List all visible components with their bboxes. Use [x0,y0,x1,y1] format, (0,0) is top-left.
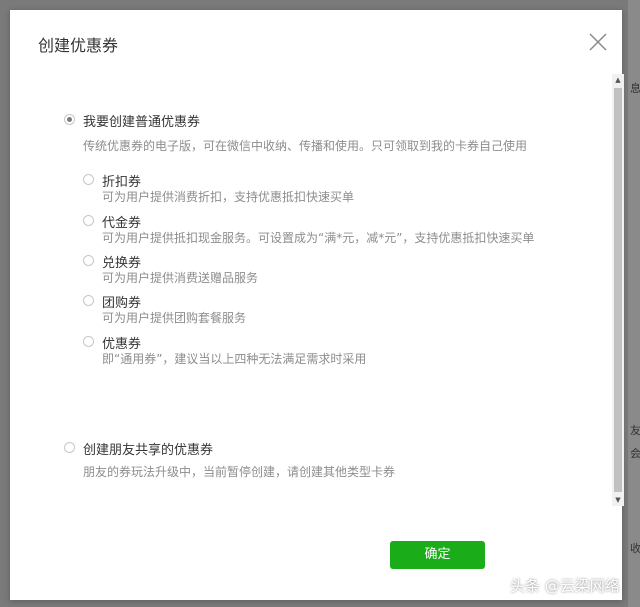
close-icon [589,33,607,51]
scroll-thumb[interactable] [614,88,622,492]
sub-option-desc: 可为用户提供团购套餐服务 [102,311,247,325]
option-friend-label[interactable]: 创建朋友共享的优惠券 [83,439,213,458]
create-coupon-dialog: 创建优惠券 我要创建普通优惠券 传统优惠券的电子版，可在微信中收纳、传播和使用。… [10,10,622,600]
background-text: 友 [630,424,640,437]
confirm-button[interactable]: 确定 [390,541,485,569]
dialog-title: 创建优惠券 [38,36,119,55]
option-normal-desc: 传统优惠券的电子版，可在微信中收纳、传播和使用。只可领取到我的卡券自己使用 [83,139,528,153]
scrollbar[interactable]: ▲ ▼ [612,74,624,506]
radio-group-coupon[interactable] [83,295,94,306]
radio-friend-coupon[interactable] [64,442,75,453]
scroll-down-arrow-icon[interactable]: ▼ [612,494,624,506]
scroll-up-arrow-icon[interactable]: ▲ [612,74,624,86]
sub-option-desc: 即“通用券”，建议当以上四种无法满足需求时采用 [102,352,367,366]
close-button[interactable] [588,32,608,52]
background-text: 会 [630,447,640,460]
background-text: 收 [630,542,640,555]
radio-normal-coupon[interactable] [64,114,75,125]
option-friend-desc: 朋友的券玩法升级中，当前暂停创建，请创建其他类型卡券 [83,465,396,479]
sub-option-desc: 可为用户提供消费折扣，支持优惠抵扣快速买单 [102,190,355,204]
watermark: 头条 @云梁网络 [510,577,620,595]
radio-discount-coupon[interactable] [83,174,94,185]
sub-option-desc: 可为用户提供抵扣现金服务。可设置成为“满*元，减*元”，支持优惠抵扣快速买单 [102,231,535,245]
radio-exchange-coupon[interactable] [83,255,94,266]
option-normal-label[interactable]: 我要创建普通优惠券 [83,111,200,130]
background-text: 息 [630,82,640,95]
radio-general-coupon[interactable] [83,336,94,347]
radio-cash-coupon[interactable] [83,215,94,226]
sub-option-desc: 可为用户提供消费送赠品服务 [102,271,259,285]
